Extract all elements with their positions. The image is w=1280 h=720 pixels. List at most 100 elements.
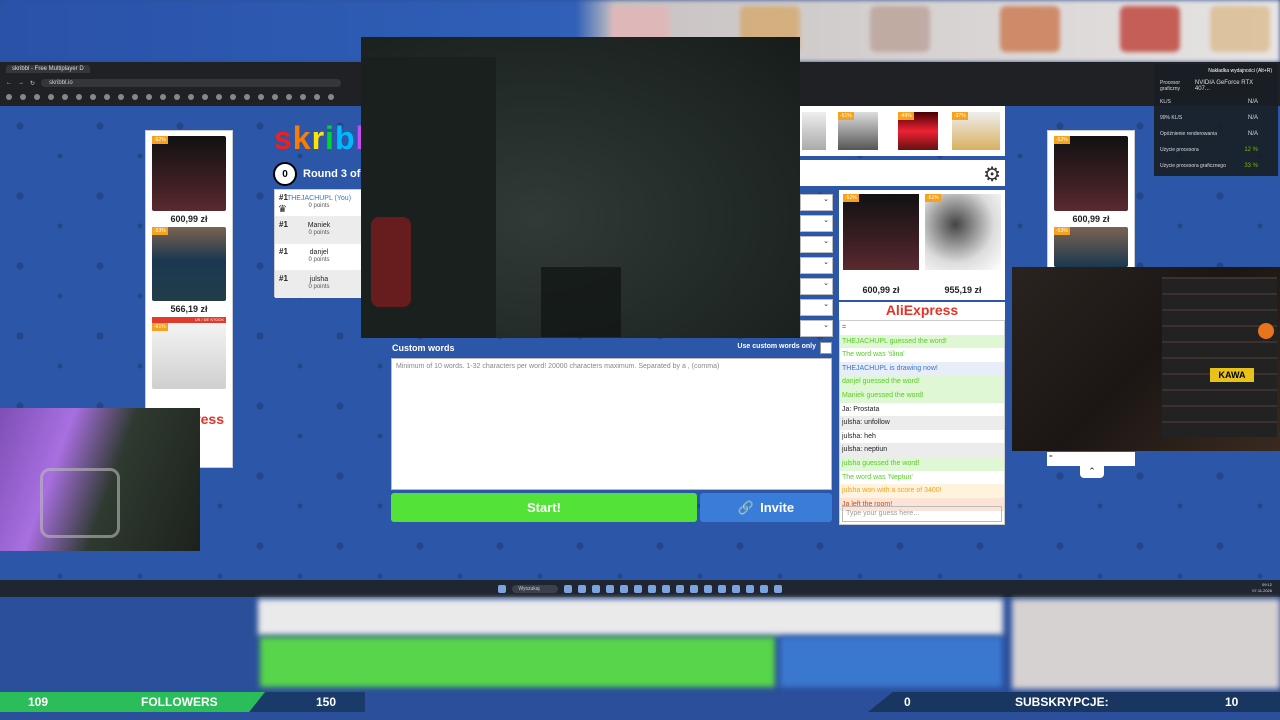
app-icon[interactable]: [675, 584, 684, 593]
bookmark-icon[interactable]: [104, 94, 110, 100]
ad-image-aquarium-2[interactable]: -53%: [152, 227, 226, 301]
ad-image-fireplace[interactable]: -49%: [898, 112, 938, 150]
bookmark-icon[interactable]: [62, 94, 68, 100]
app-icon[interactable]: [703, 584, 712, 593]
pumpkin: [1258, 323, 1274, 339]
ad-image-sim-pedals[interactable]: -61%: [152, 323, 226, 389]
bookmark-icon[interactable]: [34, 94, 40, 100]
app-icon[interactable]: [759, 584, 768, 593]
perf-row: Użycie procesora 12 %: [1154, 142, 1278, 158]
chat-message: julsha: heh: [840, 429, 1004, 444]
bookmark-icon[interactable]: [160, 94, 166, 100]
discount-badge: -52%: [843, 194, 859, 202]
taskbar-search[interactable]: Wyszukaj: [512, 584, 558, 593]
custom-words-only-label: Use custom words only: [737, 343, 816, 350]
chevron-down-icon: ⌄: [823, 238, 829, 245]
ad-image-wheel[interactable]: -51%: [838, 112, 878, 150]
bookmark-icon[interactable]: [286, 94, 292, 100]
far-right-input[interactable]: =: [1047, 452, 1135, 466]
chevron-up-icon[interactable]: ⌃: [1080, 466, 1104, 478]
custom-words-only-checkbox[interactable]: [820, 342, 832, 354]
bookmark-icon[interactable]: [216, 94, 222, 100]
app-icon[interactable]: [591, 584, 600, 593]
reload-icon[interactable]: ↻: [30, 80, 35, 87]
bookmark-icon[interactable]: [118, 94, 124, 100]
custom-words-textarea[interactable]: Minimum of 10 words. 1-32 characters per…: [391, 358, 832, 490]
perf-rows: Procesor graficzny NVIDIA GeForce RTX 407…: [1154, 78, 1278, 174]
bookmark-icon[interactable]: [314, 94, 320, 100]
discount-badge: -53%: [152, 227, 168, 235]
app-icon[interactable]: [633, 584, 642, 593]
settings-select[interactable]: ⌄: [800, 299, 833, 316]
bookmark-icon[interactable]: [174, 94, 180, 100]
webcam-overlay-room: [361, 37, 800, 338]
chat-input[interactable]: Type your guess here...: [842, 506, 1002, 522]
app-icon[interactable]: [773, 584, 782, 593]
app-icon[interactable]: [577, 584, 586, 593]
start-button[interactable]: Start!: [391, 493, 697, 522]
app-icon[interactable]: [661, 584, 670, 593]
player-row[interactable]: #1 THEJACHUPL (You) 0 points ♛: [275, 190, 363, 217]
bookmark-icon[interactable]: [300, 94, 306, 100]
chat-message: The word was 'ślina': [840, 348, 1004, 362]
bookmark-icon[interactable]: [48, 94, 54, 100]
discount-badge: -37%: [952, 112, 968, 120]
settings-select[interactable]: ⌄: [800, 320, 833, 337]
bookmark-icon[interactable]: [188, 94, 194, 100]
bookmark-icon[interactable]: [146, 94, 152, 100]
player-name: THEJACHUPL (You): [286, 195, 352, 202]
invite-button[interactable]: 🔗 Invite: [700, 493, 832, 522]
app-icon[interactable]: [717, 584, 726, 593]
round-header: 0 Round 3 of: [273, 162, 360, 186]
bookmark-icon[interactable]: [76, 94, 82, 100]
player-row[interactable]: #1 Maniek 0 points: [275, 217, 363, 244]
chevron-down-icon: ⌄: [823, 280, 829, 287]
start-icon[interactable]: [498, 584, 507, 593]
browser-tab[interactable]: skribbl - Free Multiplayer D: [6, 65, 90, 73]
bookmark-icon[interactable]: [272, 94, 278, 100]
settings-select[interactable]: ⌄: [800, 194, 833, 211]
gear-icon[interactable]: ⚙: [983, 162, 1001, 187]
settings-select[interactable]: ⌄: [800, 278, 833, 295]
perf-value: N/A: [1247, 131, 1258, 137]
ad-image-aquarium[interactable]: -52%: [152, 136, 226, 211]
bookmark-icon[interactable]: [20, 94, 26, 100]
player-row[interactable]: #1 danjel 0 points: [275, 244, 363, 271]
bookmark-icon[interactable]: [6, 94, 12, 100]
bookmark-icon[interactable]: [202, 94, 208, 100]
ad-image-wheel[interactable]: -51%: [925, 194, 1001, 270]
top-ad-strip[interactable]: -51% -49% -37%: [800, 106, 1005, 156]
player-points: 0 points: [308, 230, 330, 236]
app-icon[interactable]: [689, 584, 698, 593]
perf-label: 99% KL/S: [1160, 115, 1183, 121]
app-icon[interactable]: [731, 584, 740, 593]
clock: 09:12 07.11.2026: [1252, 582, 1272, 594]
url-input[interactable]: skribbl.io: [41, 79, 342, 87]
bookmark-icon[interactable]: [244, 94, 250, 100]
app-icon[interactable]: [563, 584, 572, 593]
app-icon[interactable]: [745, 584, 754, 593]
ad-price: 566,19 zł: [170, 304, 208, 314]
app-icon[interactable]: [619, 584, 628, 593]
ad-image-aquarium-2[interactable]: -53%: [1054, 227, 1128, 267]
settings-select[interactable]: ⌄: [800, 215, 833, 232]
bookmark-icon[interactable]: [90, 94, 96, 100]
player-row[interactable]: #1 julsha 0 points: [275, 271, 363, 298]
right-ad-panel[interactable]: -52% -51% 600,99 zł 955,19 zł: [839, 190, 1005, 300]
forward-icon[interactable]: →: [18, 80, 24, 86]
bookmark-icon[interactable]: [258, 94, 264, 100]
app-icon[interactable]: [605, 584, 614, 593]
bookmark-icon[interactable]: [230, 94, 236, 100]
back-icon[interactable]: ←: [6, 80, 12, 86]
bookmark-icon[interactable]: [132, 94, 138, 100]
ad-image-aquarium[interactable]: -52%: [1054, 136, 1128, 211]
app-icon[interactable]: [647, 584, 656, 593]
ad-image-aquarium[interactable]: -52%: [843, 194, 919, 270]
settings-select[interactable]: ⌄: [800, 236, 833, 253]
ad-image-car[interactable]: -37%: [952, 112, 1000, 150]
bookmark-icon[interactable]: [328, 94, 334, 100]
ad-image-pedals[interactable]: [802, 112, 826, 150]
settings-select[interactable]: ⌄: [800, 257, 833, 274]
start-button-label: Start!: [527, 500, 561, 515]
far-right-ad-column[interactable]: -52% 600,99 zł -53%: [1047, 130, 1135, 275]
